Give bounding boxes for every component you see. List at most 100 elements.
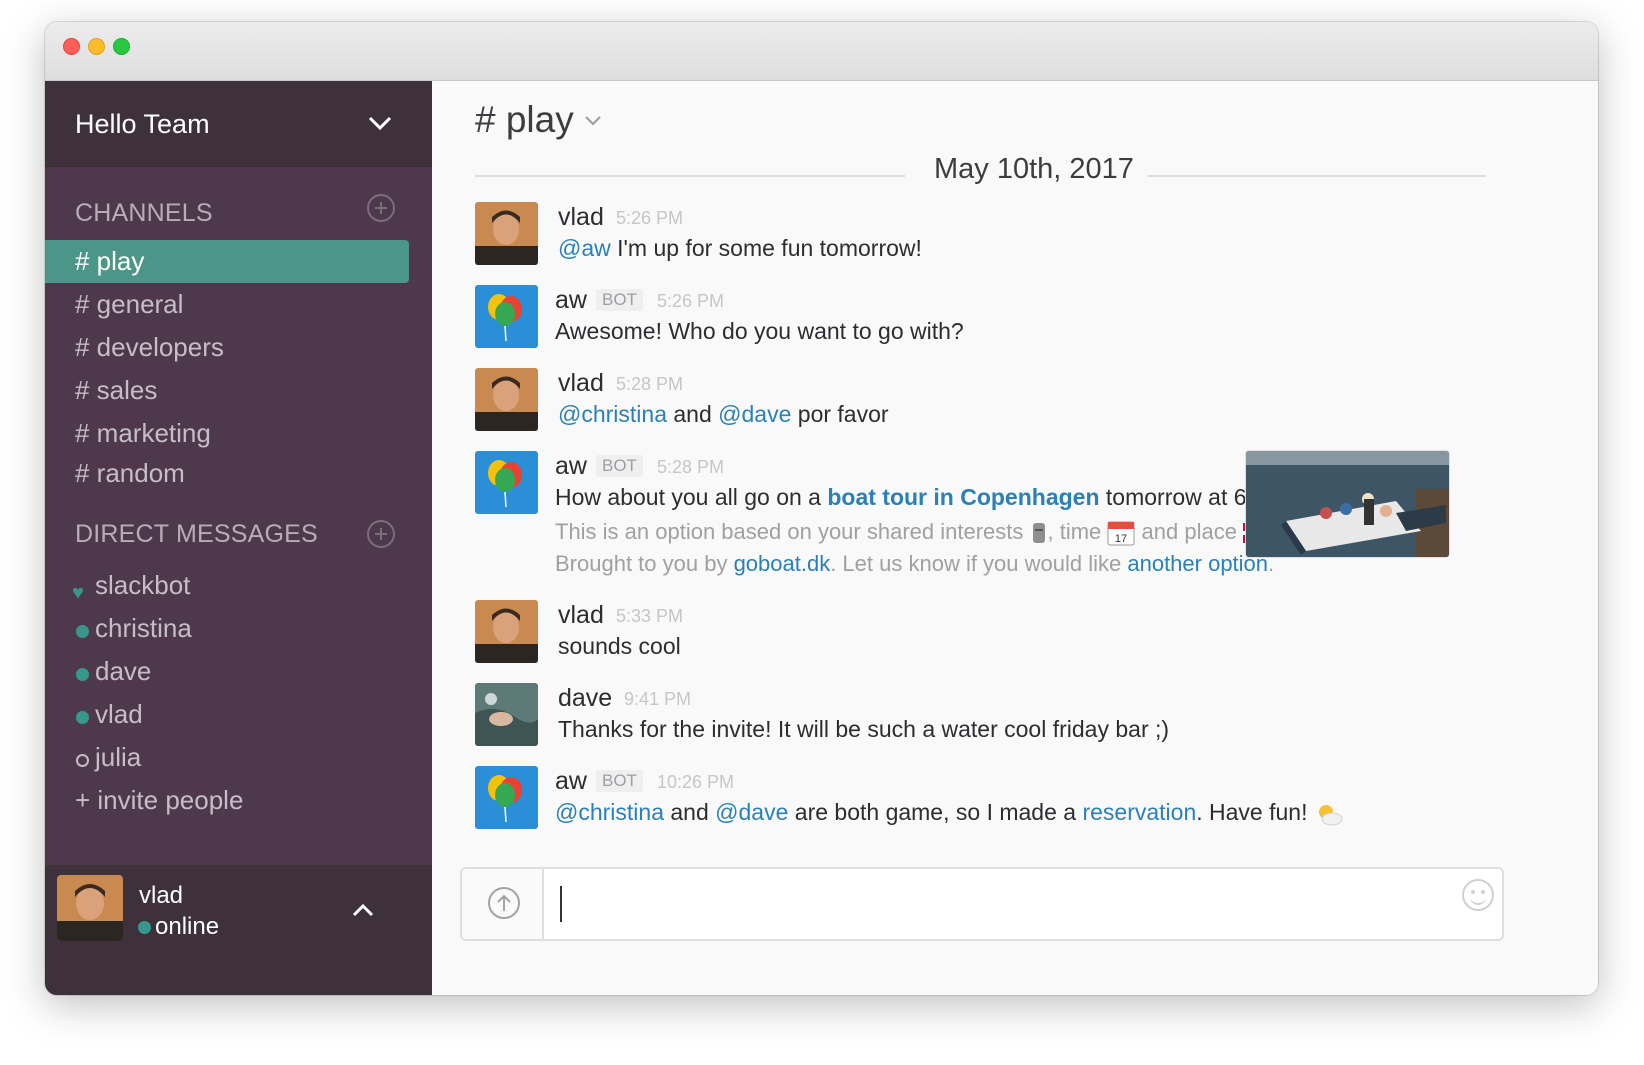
dm-label: vlad [95,699,143,729]
message: vlad 5:28 PM @christina and @dave por fa… [475,368,1575,438]
add-channel-icon[interactable] [367,194,395,222]
direct-messages-heading[interactable]: DIRECT MESSAGES [75,520,318,549]
presence-online-icon [76,625,89,638]
date-divider-line [475,175,905,177]
sidebar-item-random[interactable]: # random [45,452,409,495]
dm-label: julia [95,742,142,772]
message: dave 9:41 PM Thanks for the invite! It w… [475,683,1575,753]
moai-icon [1032,523,1045,544]
avatar[interactable] [475,683,538,746]
chevron-down-icon[interactable] [584,115,602,127]
goboat-link[interactable]: goboat.dk [734,551,831,576]
sidebar-item-sales[interactable]: # sales [45,369,409,412]
bot-badge: BOT [596,770,643,792]
attachment-text: , time [1047,519,1108,544]
message: vlad 5:26 PM @aw I'm up for some fun tom… [475,202,1575,272]
dm-label: dave [95,656,152,686]
message-body: and [667,401,719,427]
message-pane: # play May 10th, 2017 vlad 5:26 PM @aw I… [432,81,1598,995]
team-menu-button[interactable]: Hello Team [45,81,432,167]
user-mention[interactable]: @aw [558,235,611,261]
text-cursor [560,886,562,922]
presence-online-icon [76,711,89,724]
sidebar-item-marketing[interactable]: # marketing [45,412,409,455]
boat-tour-image[interactable] [1246,451,1449,557]
avatar[interactable] [475,285,538,348]
attachment-subtext: This is an option based on your shared i… [555,519,1277,546]
dm-item-vlad[interactable]: vlad [45,693,409,736]
bot-badge: BOT [596,289,643,311]
user-mention[interactable]: @christina [555,799,664,825]
presence-away-icon [76,754,89,767]
message: aw BOT 10:26 PM @christina and @dave are… [475,766,1575,836]
message-body: are both game, so I made a [788,799,1083,825]
dm-item-julia[interactable]: julia [45,736,409,779]
avatar[interactable] [475,451,538,514]
boat-tour-link[interactable]: boat tour in Copenhagen [827,484,1099,510]
dm-item-slackbot[interactable]: ♥ slackbot [45,564,409,607]
dm-label: christina [95,613,192,643]
avatar[interactable] [475,766,538,829]
message-text: @aw I'm up for some fun tomorrow! [558,235,922,262]
app-window: Hello Team CHANNELS # play # general # d… [45,22,1598,995]
message-author[interactable]: vlad [558,369,604,398]
avatar[interactable] [475,600,538,663]
chevron-up-icon [352,903,374,917]
dm-item-dave[interactable]: dave [45,650,409,693]
chevron-down-icon [368,116,392,131]
add-dm-icon[interactable] [367,520,395,548]
message-author[interactable]: vlad [558,203,604,232]
attachment-text: Brought to you by [555,551,734,576]
message-author[interactable]: aw [555,452,587,481]
message: vlad 5:33 PM sounds cool [475,600,1575,670]
attachment-text: . Let us know if you would like [830,551,1128,576]
message-body: I'm up for some fun tomorrow! [610,235,922,261]
svg-text:17: 17 [1115,533,1127,545]
current-user-status: online [155,913,220,940]
avatar[interactable] [475,368,538,431]
user-mention[interactable]: @dave [718,401,791,427]
attachment-subtext: Brought to you by goboat.dk. Let us know… [555,551,1274,577]
message-text: Awesome! Who do you want to go with? [555,318,964,344]
dm-label: slackbot [95,570,191,600]
calendar-icon: 17 [1107,521,1135,546]
date-divider: May 10th, 2017 [934,153,1134,185]
dm-item-christina[interactable]: christina [45,607,409,650]
maximize-window-button[interactable] [113,38,130,55]
team-name: Hello Team [75,109,210,139]
message-timestamp[interactable]: 5:26 PM [616,208,683,229]
message-input[interactable] [546,869,1446,939]
sidebar-item-general[interactable]: # general [45,283,409,326]
channel-title[interactable]: # play [475,99,574,141]
user-menu-button[interactable]: vlad online [45,865,432,995]
message-author[interactable]: aw [555,286,587,315]
close-window-button[interactable] [63,38,80,55]
emoji-icon[interactable] [1462,879,1494,911]
invite-people-link[interactable]: + invite people [45,779,409,822]
sidebar-item-play[interactable]: # play [45,240,409,283]
message-author[interactable]: vlad [558,601,604,630]
message-author[interactable]: dave [558,684,612,713]
channels-heading[interactable]: CHANNELS [75,199,213,228]
reservation-link[interactable]: reservation [1082,799,1196,825]
upload-icon [488,887,520,919]
avatar[interactable] [475,202,538,265]
message-body: How about you all go on a [555,484,828,510]
message-timestamp[interactable]: 5:28 PM [616,374,683,395]
message-timestamp[interactable]: 5:26 PM [657,291,724,312]
message-body: . Have fun! [1196,799,1308,825]
message-timestamp[interactable]: 5:28 PM [657,457,724,478]
presence-online-icon [76,668,89,681]
user-mention[interactable]: @dave [715,799,788,825]
message-timestamp[interactable]: 10:26 PM [657,772,734,793]
message-author[interactable]: aw [555,767,587,796]
message-text: @christina and @dave por favor [558,401,889,428]
sun-behind-cloud-icon [1318,804,1343,826]
message-timestamp[interactable]: 5:33 PM [616,606,683,627]
user-mention[interactable]: @christina [558,401,667,427]
sidebar-item-developers[interactable]: # developers [45,326,409,369]
minimize-window-button[interactable] [88,38,105,55]
upload-button[interactable] [462,869,544,939]
message-text: Thanks for the invite! It will be such a… [558,716,1170,742]
message-timestamp[interactable]: 9:41 PM [624,689,691,710]
